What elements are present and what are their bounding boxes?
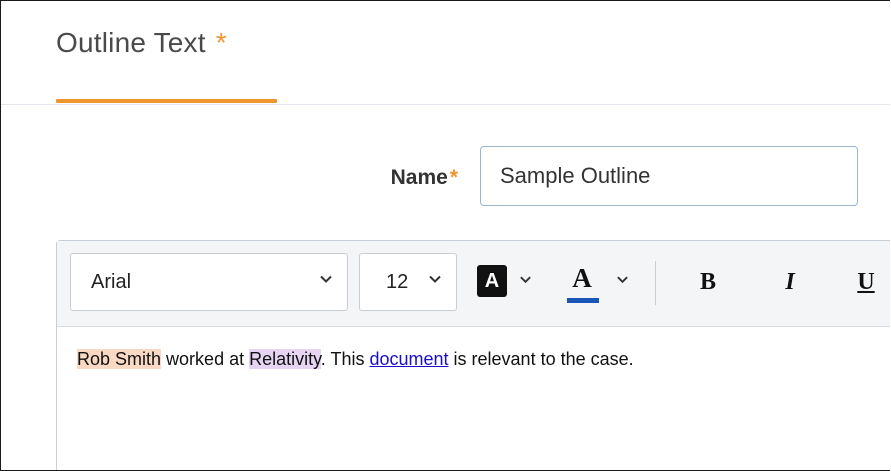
required-asterisk: * [449, 166, 458, 189]
tab-strip: Outline Text * [1, 1, 890, 105]
editor-toolbar: Arial 12 A A B I U [57, 241, 890, 327]
outline-panel: Outline Text* Name* Arial 12 A A [0, 0, 890, 471]
rich-text-editor: Arial 12 A A B I U Rob Smith worked at R… [56, 240, 890, 470]
font-family-value: Arial [91, 271, 132, 293]
font-color-icon: A [572, 263, 592, 293]
chevron-down-icon [429, 275, 441, 283]
font-color-bar [567, 298, 599, 303]
highlight-color-button[interactable]: A [475, 253, 543, 311]
highlighted-text-relativity: Relativity [249, 349, 321, 369]
italic-button[interactable]: I [770, 253, 810, 311]
highlight-icon: A [477, 265, 507, 297]
content-text: . This [320, 349, 370, 369]
chevron-down-icon[interactable] [519, 273, 532, 286]
font-color-button[interactable]: A [561, 253, 641, 311]
tab-title: Outline Text [56, 27, 206, 58]
chevron-down-icon [320, 275, 332, 283]
font-size-value: 12 [386, 271, 409, 293]
toolbar-divider [655, 261, 656, 305]
underline-button[interactable]: U [846, 253, 886, 311]
name-input[interactable] [480, 146, 858, 206]
chevron-down-icon[interactable] [616, 273, 629, 286]
required-asterisk: * [215, 27, 227, 58]
highlighted-text-rob-smith: Rob Smith [77, 349, 162, 369]
active-tab-indicator [56, 99, 277, 103]
content-text: is relevant to the case. [448, 349, 634, 369]
bold-button[interactable]: B [688, 253, 728, 311]
editor-content[interactable]: Rob Smith worked at Relativity. This doc… [77, 349, 890, 370]
name-label-text: Name [390, 166, 448, 189]
name-label: Name* [391, 166, 458, 190]
font-family-select[interactable]: Arial [70, 253, 348, 311]
document-link[interactable]: document [369, 349, 448, 369]
content-text: worked at [161, 349, 250, 369]
font-size-select[interactable]: 12 [359, 253, 457, 311]
tab-outline-text[interactable]: Outline Text * [56, 27, 227, 59]
name-row: Name* [1, 146, 890, 208]
